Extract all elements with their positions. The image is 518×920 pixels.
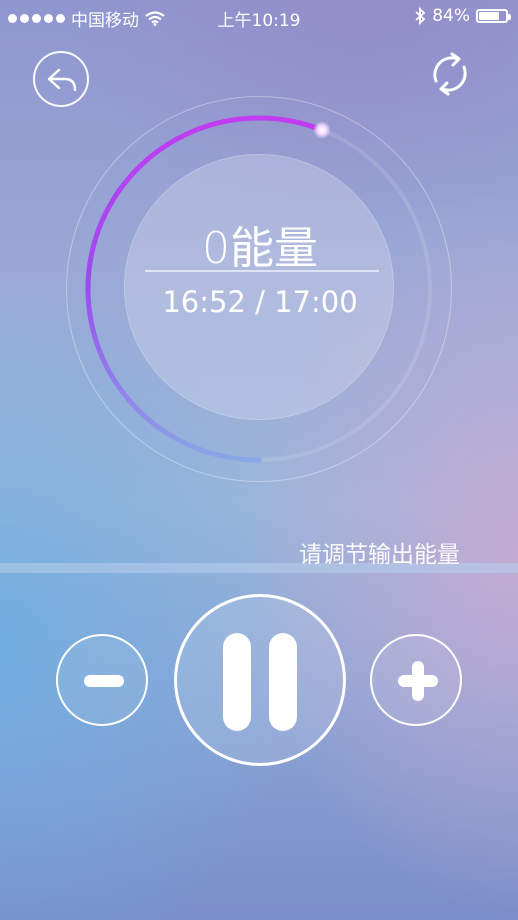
decrease-energy-button[interactable] [56, 634, 148, 726]
battery-icon [476, 9, 511, 23]
hint-text: 请调节输出能量 [299, 542, 460, 568]
back-button[interactable] [33, 51, 89, 107]
refresh-button[interactable] [423, 48, 477, 100]
energy-value: 0能量 [202, 223, 318, 274]
status-right: 84% [414, 6, 511, 26]
bluetooth-icon [415, 7, 426, 25]
status-bar: 中国移动 上午10:19 84% [0, 0, 518, 34]
progress-knob[interactable] [312, 121, 331, 140]
minus-icon [84, 675, 124, 687]
dial-divider [145, 270, 379, 272]
reply-arrow-icon [47, 68, 77, 92]
battery-percent: 84% [432, 6, 470, 26]
refresh-icon [433, 52, 467, 96]
time-readout: 16:52 / 17:00 [162, 285, 358, 319]
increase-energy-button[interactable] [370, 634, 462, 726]
pause-button[interactable] [174, 594, 346, 766]
